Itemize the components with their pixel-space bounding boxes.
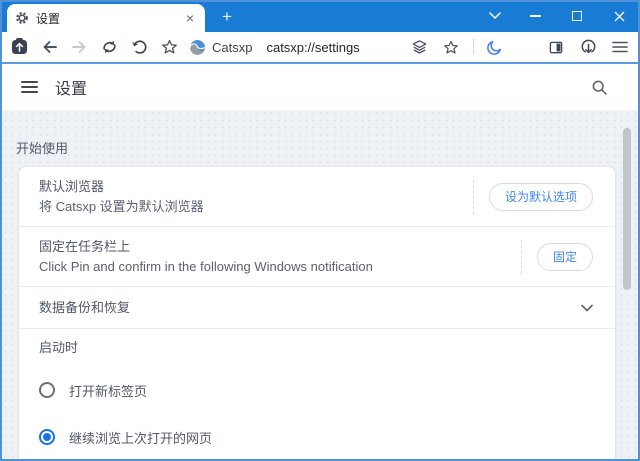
address-bar-url[interactable]: catsxp://settings bbox=[266, 40, 399, 55]
data-backup-title: 数据备份和恢复 bbox=[39, 299, 131, 315]
radio-icon[interactable] bbox=[39, 429, 55, 445]
minimize-button[interactable] bbox=[514, 0, 556, 32]
tab-close-icon[interactable]: × bbox=[183, 10, 197, 26]
scrollbar-thumb[interactable] bbox=[623, 128, 631, 290]
sidebar-toggle-icon[interactable] bbox=[544, 35, 568, 59]
search-icon[interactable] bbox=[591, 79, 608, 96]
pin-taskbar-subtitle: Click Pin and confirm in the following W… bbox=[39, 258, 373, 274]
startup-option-continue-label: 继续浏览上次打开的网页 bbox=[69, 430, 213, 446]
close-button[interactable] bbox=[598, 0, 640, 32]
row-vertical-divider bbox=[472, 179, 474, 214]
toolbar-divider bbox=[473, 39, 474, 55]
startup-option-continue[interactable]: 继续浏览上次打开的网页 bbox=[19, 417, 615, 457]
gear-icon bbox=[15, 11, 29, 25]
set-default-button[interactable]: 设为默认选项 bbox=[488, 182, 593, 211]
dark-mode-moon-icon[interactable] bbox=[482, 35, 506, 59]
refresh-icon[interactable] bbox=[97, 35, 121, 59]
browser-tab-settings[interactable]: 设置 × bbox=[7, 4, 205, 32]
tab-search-chevron-icon[interactable] bbox=[489, 12, 501, 19]
forward-icon[interactable] bbox=[67, 35, 91, 59]
maximize-button[interactable] bbox=[556, 0, 598, 32]
default-browser-subtitle: 将 Catsxp 设置为默认浏览器 bbox=[39, 198, 204, 214]
row-pin-taskbar: 固定在任务栏上 Click Pin and confirm in the fol… bbox=[19, 227, 615, 287]
pin-button[interactable]: 固定 bbox=[536, 242, 593, 271]
boss-key-icon[interactable] bbox=[7, 35, 31, 59]
row-startup-label: 启动时 bbox=[19, 329, 615, 363]
startup-option-newtab[interactable]: 打开新标签页 bbox=[19, 370, 615, 410]
settings-content: 开始使用 默认浏览器 将 Catsxp 设置为默认浏览器 设为默认选项 固定在任… bbox=[2, 110, 638, 459]
chevron-down-icon[interactable] bbox=[581, 304, 593, 312]
title-bar: 设置 × + bbox=[0, 0, 640, 32]
startup-option-newtab-label: 打开新标签页 bbox=[69, 383, 148, 399]
undo-icon[interactable] bbox=[127, 35, 151, 59]
page-title: 设置 bbox=[55, 81, 88, 98]
row-vertical-divider bbox=[520, 239, 522, 274]
default-browser-title: 默认浏览器 bbox=[39, 178, 105, 194]
row-data-backup[interactable]: 数据备份和恢复 bbox=[19, 287, 615, 329]
site-label: Catsxp bbox=[212, 39, 253, 55]
section-label: 开始使用 bbox=[16, 141, 69, 156]
pin-taskbar-title: 固定在任务栏上 bbox=[39, 238, 131, 254]
favorites-star-icon[interactable] bbox=[157, 35, 181, 59]
browser-toolbar: Catsxp catsxp://settings bbox=[0, 32, 640, 62]
row-default-browser: 默认浏览器 将 Catsxp 设置为默认浏览器 设为默认选项 bbox=[19, 167, 615, 227]
new-tab-button[interactable]: + bbox=[216, 6, 238, 28]
settings-menu-icon[interactable] bbox=[21, 81, 38, 93]
toolbar-right-group bbox=[399, 35, 632, 59]
extensions-icon[interactable] bbox=[407, 35, 431, 59]
back-icon[interactable] bbox=[37, 35, 61, 59]
catsxp-logo-icon bbox=[189, 39, 206, 56]
download-icon[interactable] bbox=[576, 35, 600, 59]
tab-title: 设置 bbox=[36, 11, 61, 26]
startup-label: 启动时 bbox=[39, 340, 79, 355]
menu-icon[interactable] bbox=[608, 35, 632, 59]
window-controls bbox=[514, 0, 640, 32]
settings-header: 设置 bbox=[2, 64, 638, 110]
settings-card: 默认浏览器 将 Catsxp 设置为默认浏览器 设为默认选项 固定在任务栏上 C… bbox=[18, 166, 616, 459]
bookmark-star-icon[interactable] bbox=[439, 35, 463, 59]
radio-icon[interactable] bbox=[39, 382, 55, 398]
